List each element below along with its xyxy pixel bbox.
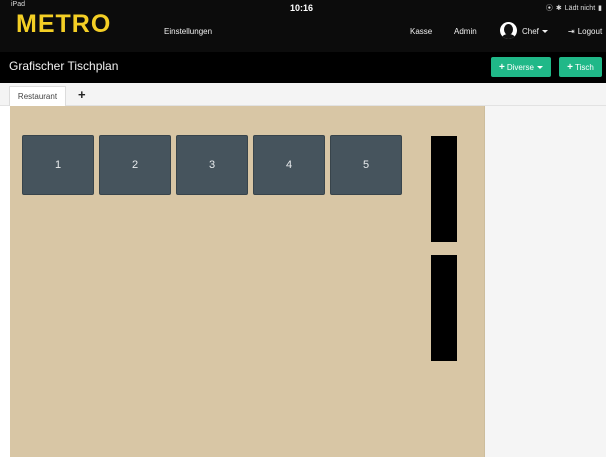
metro-logo[interactable]: METRO xyxy=(16,10,111,39)
status-indicators: ⦿ ✱ Lädt nicht ▮ xyxy=(543,3,602,13)
battery-icon: ▮ xyxy=(598,5,602,12)
nav-settings-link[interactable]: Einstellungen xyxy=(164,27,212,36)
status-time: 10:16 xyxy=(290,3,314,13)
bluetooth-icon: ✱ xyxy=(555,5,562,12)
user-menu-label: Chef xyxy=(522,27,539,36)
user-menu-dropdown[interactable]: Chef xyxy=(522,27,548,36)
logout-label: Logout xyxy=(577,27,603,36)
table-5[interactable]: 5 xyxy=(330,135,402,195)
charging-status: Lädt nicht xyxy=(564,5,596,12)
plus-icon: + xyxy=(567,61,573,73)
user-avatar-icon[interactable] xyxy=(500,22,517,39)
logout-icon: ⇥ xyxy=(568,27,575,36)
floor-element-1[interactable] xyxy=(431,136,457,242)
logout-link[interactable]: ⇥ Logout xyxy=(568,27,602,36)
table-1[interactable]: 1 xyxy=(22,135,94,195)
plus-icon: + xyxy=(499,61,505,73)
diverse-button-label: Diverse xyxy=(506,62,534,72)
room-tabs: Restaurant + xyxy=(0,83,606,106)
page-title: Grafischer Tischplan xyxy=(9,59,119,73)
tab-restaurant[interactable]: Restaurant xyxy=(9,86,66,106)
chevron-down-icon xyxy=(536,65,543,69)
page-header: Grafischer Tischplan + Diverse + Tisch xyxy=(0,52,606,83)
nav-admin-link[interactable]: Admin xyxy=(454,27,477,36)
chevron-down-icon xyxy=(541,30,548,34)
location-icon: ⦿ xyxy=(545,5,553,12)
table-2[interactable]: 2 xyxy=(99,135,171,195)
floor-element-2[interactable] xyxy=(431,255,457,361)
table-3[interactable]: 3 xyxy=(176,135,248,195)
table-4[interactable]: 4 xyxy=(253,135,325,195)
top-bar: iPad 10:16 ⦿ ✱ Lädt nicht ▮ METRO Einstellu… xyxy=(0,0,606,52)
side-panel xyxy=(485,106,606,457)
add-table-button[interactable]: + Tisch xyxy=(559,57,602,77)
diverse-dropdown-button[interactable]: + Diverse xyxy=(491,57,551,77)
status-device: iPad xyxy=(11,1,26,8)
add-room-tab-button[interactable]: + xyxy=(78,87,86,102)
add-table-button-label: Tisch xyxy=(575,62,594,72)
nav-kasse-link[interactable]: Kasse xyxy=(410,27,432,36)
floor-plan-canvas[interactable]: 1 2 3 4 5 xyxy=(10,106,485,457)
